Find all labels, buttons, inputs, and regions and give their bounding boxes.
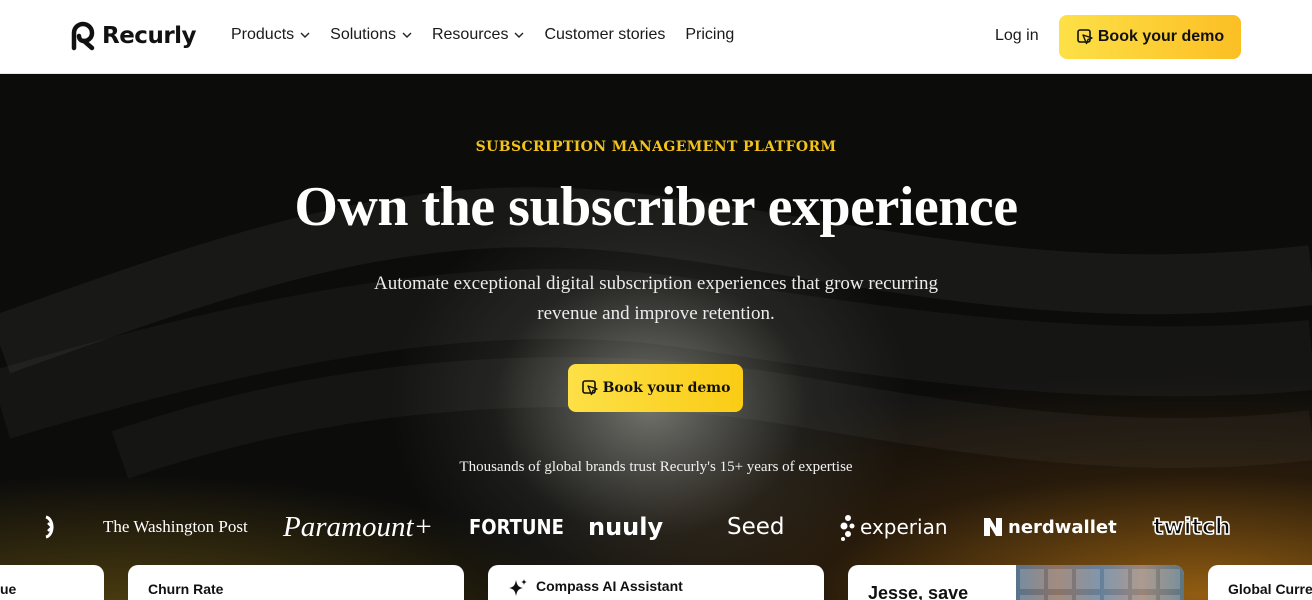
paramount-plus-logo: Paramount+: [283, 510, 434, 543]
recurly-logo[interactable]: Recurly: [70, 21, 197, 51]
hero-book-demo-label: Book your demo: [602, 380, 731, 396]
feature-card-global-currency[interactable]: Global Curre: [1208, 565, 1312, 600]
customer-photo-grid: [1016, 565, 1184, 600]
brand-logo-strip: The Washington Post Paramount+ FORTUNE n…: [0, 505, 1312, 549]
trust-statement: Thousands of global brands trust Recurly…: [459, 459, 853, 475]
card-title: Jesse, save: [868, 583, 969, 600]
feature-card-churn-rate[interactable]: Churn Rate: [128, 565, 464, 600]
twitch-logo: twitch: [1152, 514, 1231, 541]
partial-logo: [38, 505, 56, 549]
experian-logo: experian: [840, 505, 948, 549]
chevron-down-icon: [514, 32, 524, 38]
main-menu: Products Solutions Resources Customer st…: [231, 26, 754, 44]
card-title: Churn Rate: [148, 581, 224, 597]
card-title: Compass AI Assistant: [536, 578, 683, 594]
experian-dots-icon: [840, 515, 855, 541]
menu-item-customer-stories[interactable]: Customer stories: [544, 26, 665, 44]
feature-card-compass-ai[interactable]: Compass AI Assistant: [488, 565, 824, 600]
seed-logo: Seed: [727, 514, 785, 540]
hero-subline: Automate exceptional digital subscriptio…: [373, 273, 938, 324]
chevron-down-icon: [402, 32, 412, 38]
book-demo-label: Book your demo: [1097, 28, 1225, 45]
login-link[interactable]: Log in: [995, 27, 1039, 45]
hero-section: SUBSCRIPTION MANAGEMENT PLATFORM Own the…: [0, 75, 1312, 600]
menu-label: Products: [231, 26, 295, 43]
washington-post-logo: The Washington Post: [103, 517, 248, 536]
menu-item-products[interactable]: Products: [231, 26, 310, 44]
nerdwallet-logo: nerdwallet: [983, 505, 1117, 549]
cursor-click-icon: [1077, 29, 1093, 45]
menu-item-resources[interactable]: Resources: [432, 26, 524, 44]
chevron-down-icon: [300, 32, 310, 38]
menu-label: Customer stories: [544, 26, 666, 43]
feature-card-personalized[interactable]: Jesse, save: [848, 565, 1184, 600]
hero-eyebrow: SUBSCRIPTION MANAGEMENT PLATFORM: [475, 139, 837, 155]
experian-wordmark: experian: [860, 515, 948, 539]
sparkle-icon: [509, 579, 527, 596]
hero-book-demo-button[interactable]: Book your demo: [568, 364, 743, 412]
card-title: ue: [0, 581, 17, 597]
brand-name: Recurly: [102, 23, 197, 49]
fortune-logo: FORTUNE: [469, 515, 564, 539]
recurly-logo-icon: [71, 21, 95, 51]
hero-headline: Own the subscriber experience: [294, 176, 1018, 238]
menu-label: Resources: [431, 26, 509, 43]
nuuly-logo: nuuly: [588, 513, 664, 541]
menu-item-solutions[interactable]: Solutions: [330, 26, 412, 44]
nerdwallet-n-icon: [984, 518, 1002, 536]
cursor-click-icon: [581, 380, 598, 396]
menu-label: Pricing: [685, 26, 735, 43]
menu-label: Solutions: [330, 26, 396, 43]
top-nav: Recurly Products Solutions Resources Cus…: [0, 0, 1312, 74]
book-demo-button[interactable]: Book your demo: [1059, 15, 1241, 59]
nerdwallet-wordmark: nerdwallet: [1008, 516, 1117, 538]
menu-item-pricing[interactable]: Pricing: [685, 26, 734, 44]
feature-card[interactable]: ue: [0, 565, 104, 600]
card-title: Global Curre: [1228, 581, 1312, 597]
